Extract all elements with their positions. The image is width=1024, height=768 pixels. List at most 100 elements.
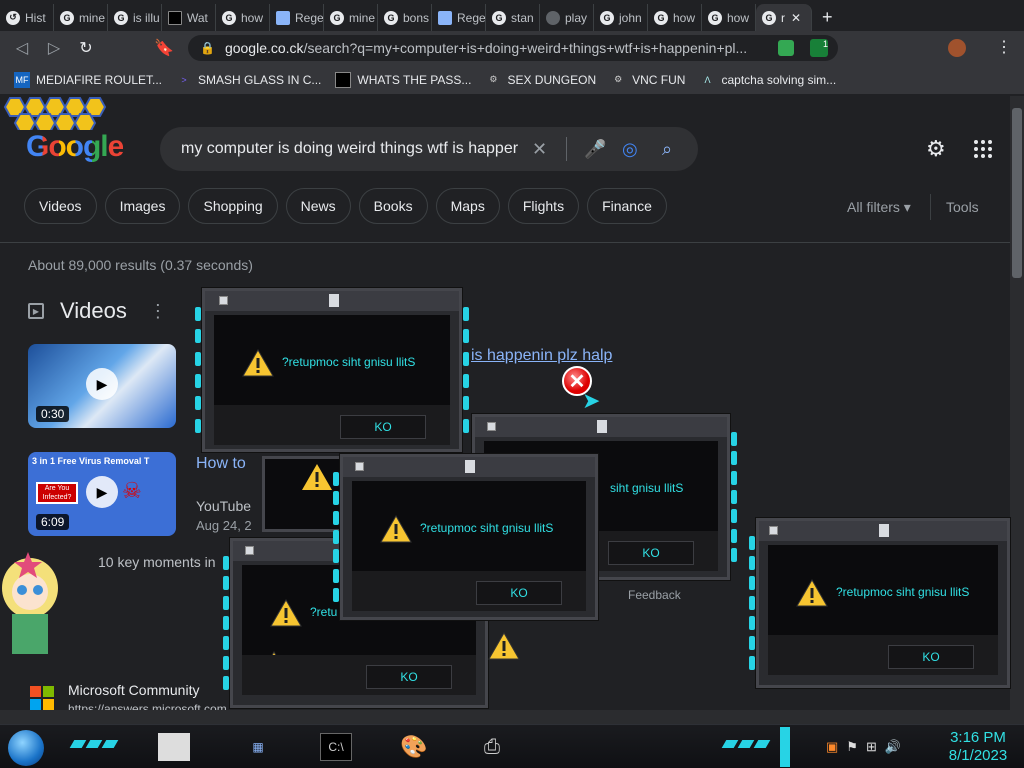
chip-images[interactable]: Images [104, 188, 181, 224]
bookmark-label: captcha solving sim... [721, 72, 837, 87]
ok-button[interactable]: KO [608, 541, 694, 565]
all-filters-button[interactable]: All filters ▾ [847, 199, 911, 216]
chip-news[interactable]: News [285, 188, 351, 224]
dialog-titlebar[interactable] [759, 521, 1007, 541]
bookmark-item[interactable]: MF MEDIAFIRE ROULET... [14, 71, 162, 88]
printer-app-icon[interactable]: ⎙ [476, 733, 508, 761]
tab-google[interactable]: Gstan [486, 4, 540, 31]
close-tab-icon[interactable]: ✕ [791, 11, 801, 25]
lens-icon[interactable]: ◎ [622, 139, 638, 160]
tab-google[interactable]: Ghow [648, 4, 702, 31]
bookmark-item[interactable]: ⚙ SEX DUNGEON [485, 72, 596, 88]
vertical-scrollbar[interactable] [1010, 96, 1024, 710]
chip-shopping[interactable]: Shopping [188, 188, 278, 224]
window-handle-icon [879, 524, 889, 537]
window-app-icon[interactable] [158, 733, 190, 761]
more-options-icon[interactable]: ⋮ [149, 301, 167, 322]
dialog-footer: KO [352, 571, 586, 611]
feedback-link[interactable]: Feedback [628, 588, 681, 602]
reload-icon[interactable]: ↻ [70, 38, 102, 58]
key-moments-toggle[interactable]: 10 key moments in [98, 554, 216, 570]
tab-active[interactable]: Gr ✕ [756, 4, 812, 31]
tab-label: Rege [457, 10, 486, 25]
google-logo[interactable]: Google [26, 130, 124, 164]
forward-icon[interactable]: ▷ [38, 38, 70, 58]
site-icon [335, 71, 352, 88]
ok-button[interactable]: KO [340, 415, 426, 439]
tab-google[interactable]: Ghow [216, 4, 270, 31]
search-icon[interactable]: ⌕ [662, 139, 672, 160]
chip-finance[interactable]: Finance [587, 188, 667, 224]
tab-strip: ↺ Hist Gmine Gis illu Wat Ghow Rege Gmine… [0, 0, 1024, 31]
sheets-extension-icon[interactable] [778, 40, 794, 56]
dialog-titlebar[interactable] [475, 417, 727, 437]
cyan-lights [463, 303, 469, 437]
tab-google[interactable]: Gmine [324, 4, 378, 31]
microphone-icon[interactable]: 🎤 [584, 139, 606, 160]
avatar[interactable] [948, 39, 966, 57]
chip-flights[interactable]: Flights [507, 188, 580, 224]
monitor-app-icon[interactable]: ▦ [242, 733, 274, 761]
extension-badge: 1 [822, 39, 828, 49]
window-icon [769, 526, 778, 535]
flag-icon[interactable]: ⚑ [846, 739, 858, 755]
tab-site[interactable]: Wat [162, 4, 216, 31]
horizontal-scrollbar[interactable] [0, 710, 1024, 724]
scroll-thumb[interactable] [1012, 108, 1022, 278]
video-date: Aug 24, 2 [196, 518, 252, 533]
start-button[interactable] [8, 730, 44, 766]
search-input[interactable]: my computer is doing weird things wtf is… [160, 127, 698, 171]
network-icon[interactable]: ⊞ [866, 739, 877, 755]
tab-history[interactable]: ↺ Hist [0, 4, 54, 31]
tab-page[interactable]: Rege [432, 4, 486, 31]
tab-label: is illu [133, 10, 160, 25]
tray-app-icon[interactable]: ▣ [826, 739, 838, 755]
tab-page[interactable]: Rege [270, 4, 324, 31]
dialog-titlebar[interactable] [343, 457, 595, 477]
settings-gear-icon[interactable]: ⚙ [926, 136, 946, 162]
clear-icon[interactable]: ✕ [532, 139, 547, 160]
cyan-lights [333, 469, 339, 605]
tab-google[interactable]: Ghow [702, 4, 756, 31]
warning-icon [302, 464, 332, 490]
chip-books[interactable]: Books [358, 188, 428, 224]
bookmark-item[interactable]: > SMASH GLASS IN C... [176, 72, 321, 88]
bookmark-star-icon[interactable]: 🔖 [148, 38, 180, 58]
dialog-titlebar[interactable] [205, 291, 459, 311]
lock-dungeon-icon: ⚙ [489, 74, 498, 84]
ok-button[interactable]: KO [888, 645, 974, 669]
bookmark-item[interactable]: WHATS THE PASS... [335, 71, 471, 88]
address-bar[interactable]: 🔒 google.co.ck/search?q=my+computer+is+d… [188, 35, 838, 61]
video-thumbnail[interactable]: ▶ 0:30 [28, 344, 176, 428]
apps-grid-icon[interactable] [974, 140, 992, 158]
tools-button[interactable]: Tools [946, 199, 979, 215]
chip-videos[interactable]: Videos [24, 188, 97, 224]
ok-button[interactable]: KO [366, 665, 452, 689]
spam-dialog: ?retupmoc siht gnisu llitS KO [749, 518, 1010, 688]
dialog-footer: KO [242, 655, 476, 695]
video-result-title-link[interactable]: is happenin plz halp [471, 347, 612, 365]
cmd-app-icon[interactable]: C:\ [320, 733, 352, 761]
spam-dialog: ?retupmoc siht gnisu llitS KO [333, 454, 598, 620]
new-tab-button[interactable]: + [812, 4, 843, 31]
tab-google[interactable]: Gmine [54, 4, 108, 31]
video-result-title-link[interactable]: How to [196, 455, 246, 473]
bookmark-item[interactable]: Λcaptcha solving sim... [699, 72, 836, 88]
paint-app-icon[interactable]: 🎨 [398, 733, 430, 761]
clock[interactable]: 3:16 PM 8/1/2023 [936, 729, 1020, 765]
bookmark-item[interactable]: ⚙ VNC FUN [610, 72, 685, 88]
tab-globe[interactable]: play [540, 4, 594, 31]
result-site-name[interactable]: Microsoft Community [68, 682, 199, 698]
tab-google[interactable]: Gbons [378, 4, 432, 31]
volume-icon[interactable]: 🔊 [885, 739, 901, 755]
menu-icon[interactable]: ⋮ [996, 37, 1012, 57]
shield-extension-icon[interactable]: 1 [810, 39, 828, 57]
video-thumbnail[interactable]: 3 in 1 Free Virus Removal T Are You Infe… [28, 452, 176, 536]
window-icon [355, 462, 364, 471]
thumbnail-banner-text: 3 in 1 Free Virus Removal T [32, 456, 150, 466]
back-icon[interactable]: ◁ [6, 38, 38, 58]
chip-maps[interactable]: Maps [435, 188, 500, 224]
ok-button[interactable]: KO [476, 581, 562, 605]
tab-google[interactable]: Gjohn [594, 4, 648, 31]
tab-google[interactable]: Gis illu [108, 4, 162, 31]
